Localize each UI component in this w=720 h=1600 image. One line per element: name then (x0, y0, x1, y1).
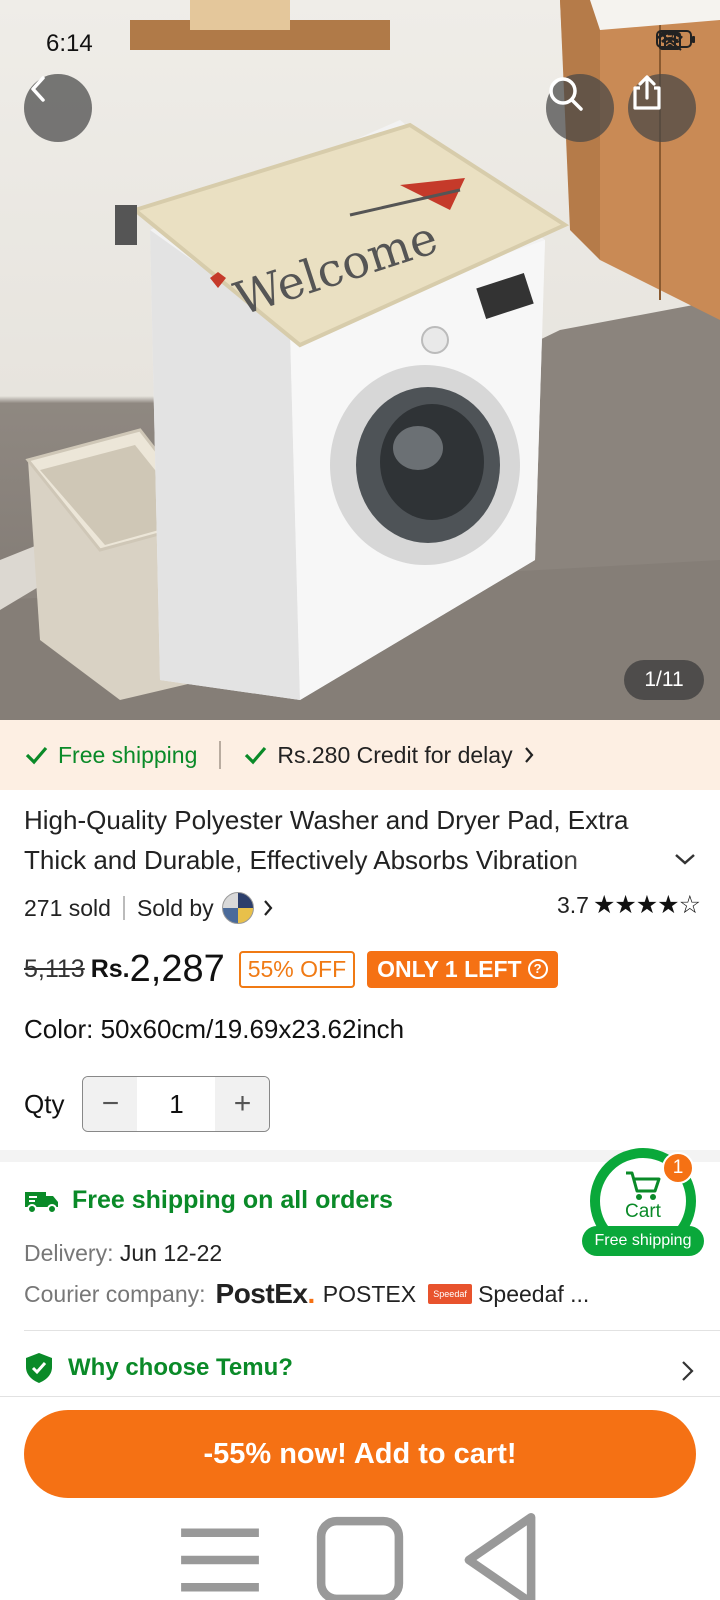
section-divider (24, 1330, 720, 1331)
free-shipping-label: Free shipping (58, 741, 198, 768)
meta-divider (122, 896, 125, 920)
add-to-cart-button[interactable]: -55% now! Add to cart! (24, 1410, 696, 1498)
quantity-stepper: − 1 + (82, 1076, 271, 1132)
speedaf-logo: Speedaf (428, 1284, 473, 1304)
delivery-info: Delivery: Jun 12-22 (24, 1240, 222, 1267)
chevron-left-icon (31, 76, 45, 102)
sold-by-label: Sold by (136, 894, 214, 921)
cart-free-shipping-pill: Free shipping (582, 1226, 704, 1256)
battery-icon: 79 (656, 30, 695, 48)
qty-decrease-button[interactable]: − (83, 1077, 138, 1131)
chevron-down-icon[interactable] (672, 846, 698, 872)
discount-badge: 55% OFF (238, 950, 356, 988)
delay-credit-label: Rs.280 Credit for delay (277, 741, 513, 768)
seller-avatar[interactable] (221, 892, 254, 924)
section-divider (0, 1396, 720, 1397)
floating-cart-button[interactable]: Cart 1 Free shipping (582, 1148, 704, 1258)
share-icon (633, 75, 661, 110)
courier-label: Courier company: (24, 1280, 206, 1307)
back-triangle-icon[interactable] (430, 1490, 570, 1600)
product-rating[interactable]: 3.7 ★★★★☆ (556, 890, 701, 920)
search-icon (549, 77, 583, 111)
rating-value: 3.7 (556, 891, 589, 918)
color-selector[interactable]: Color: 50x60cm/19.69x23.62inch (24, 1014, 404, 1045)
shipping-benefits-strip[interactable]: Free shipping Rs.280 Credit for delay (0, 720, 720, 790)
original-price: 5,113 (24, 954, 85, 983)
why-choose-temu-row[interactable]: Why choose Temu? (24, 1352, 293, 1384)
quantity-row: Qty − 1 + (24, 1076, 271, 1132)
qty-value[interactable]: 1 (137, 1077, 215, 1131)
status-time: 6:14 (46, 30, 93, 57)
truck-icon (25, 1191, 58, 1214)
back-button[interactable] (24, 74, 92, 142)
help-icon: ? (527, 959, 548, 979)
shield-check-icon (26, 1353, 52, 1383)
system-navigation-bar (0, 1512, 720, 1600)
product-image-carousel[interactable]: Welcome 6:14 79 1/11 (0, 0, 720, 720)
menu-icon[interactable] (150, 1490, 290, 1600)
postex-logo: PostEx. (215, 1278, 316, 1309)
chevron-right-icon[interactable] (262, 898, 274, 918)
price-row: 5,113 Rs. 2,287 55% OFF ONLY 1 LEFT ? (24, 944, 558, 994)
delivery-date: Jun 12-22 (119, 1240, 223, 1266)
share-button[interactable] (628, 74, 696, 142)
free-shipping-all-label: Free shipping on all orders (72, 1186, 393, 1214)
why-choose-label: Why choose Temu? (68, 1354, 293, 1381)
image-counter: 1/11 (624, 660, 704, 700)
stock-label: ONLY 1 LEFT (377, 955, 522, 982)
home-square-icon[interactable] (290, 1490, 430, 1600)
cart-label: Cart (625, 1201, 661, 1222)
stock-badge[interactable]: ONLY 1 LEFT ? (367, 950, 558, 988)
title-fade (560, 842, 660, 882)
sold-count: 271 sold (24, 894, 111, 921)
check-icon (245, 746, 267, 765)
chevron-right-icon (524, 747, 534, 763)
postex-name: POSTEX (322, 1280, 417, 1307)
search-button[interactable] (546, 74, 614, 142)
color-value: 50x60cm/19.69x23.62inch (100, 1014, 405, 1044)
qty-label: Qty (24, 1088, 65, 1119)
chevron-right-icon[interactable] (676, 1356, 700, 1386)
price-currency: Rs. (90, 954, 130, 983)
strip-divider (219, 741, 222, 769)
courier-info: Courier company: PostEx. POSTEX Speedaf … (24, 1278, 589, 1310)
free-shipping-headline[interactable]: Free shipping on all orders (24, 1186, 393, 1215)
delivery-label: Delivery: (24, 1240, 114, 1266)
rating-stars: ★★★★☆ (592, 891, 701, 919)
sale-price: 2,287 (129, 947, 225, 990)
speedaf-name: Speedaf ... (478, 1280, 590, 1307)
delay-credit-link[interactable]: Rs.280 Credit for delay (243, 742, 534, 769)
cart-icon (626, 1171, 661, 1200)
product-meta-row: 271 sold Sold by 3.7 ★★★★☆ (24, 890, 701, 926)
check-icon (25, 746, 48, 765)
status-bar: 6:14 79 (0, 0, 720, 86)
qty-increase-button[interactable]: + (215, 1077, 270, 1131)
free-shipping-badge: Free shipping (24, 742, 197, 769)
cart-count-badge: 1 (662, 1152, 694, 1184)
color-label: Color: (24, 1014, 94, 1044)
